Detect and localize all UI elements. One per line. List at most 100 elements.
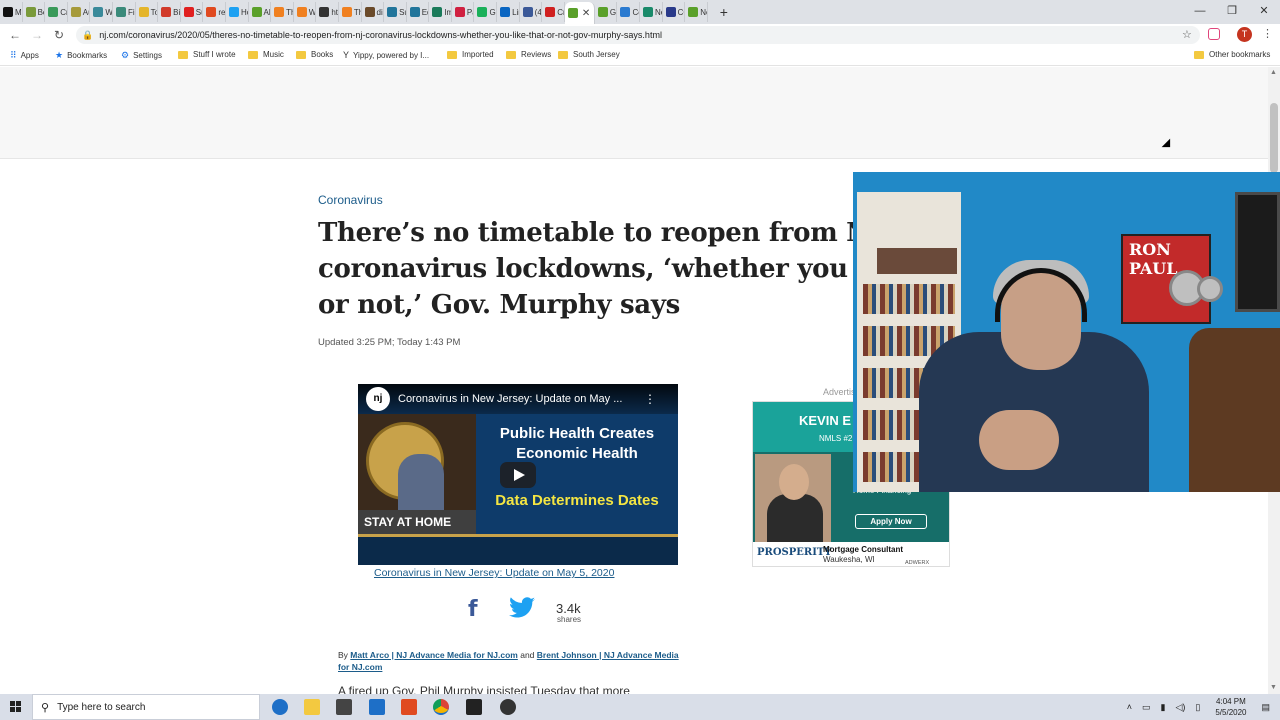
mail-icon[interactable] <box>369 699 385 715</box>
bookmark-item[interactable]: ⠿ Apps <box>10 50 39 61</box>
video-title[interactable]: Coronavirus in New Jersey: Update on May… <box>398 393 622 405</box>
chevron-up-icon[interactable]: ˄ <box>1127 702 1132 712</box>
tab-label: Bo <box>37 7 45 17</box>
close-window-button[interactable]: ✕ <box>1248 0 1280 24</box>
forward-arrow-icon[interactable]: → <box>26 28 48 42</box>
tab-label: W <box>308 7 317 17</box>
bookmark-item[interactable]: Y Yippy, powered by I... <box>343 50 429 60</box>
browser-tab[interactable]: Th <box>271 2 294 22</box>
section-label[interactable]: Coronavirus <box>318 193 383 207</box>
browser-tab[interactable]: Fil <box>113 2 136 22</box>
scroll-up-icon[interactable]: ▲ <box>1270 69 1277 76</box>
browser-tab[interactable]: W <box>294 2 317 22</box>
browser-tab[interactable]: Bo <box>23 2 46 22</box>
browser-tab[interactable]: Su <box>181 2 204 22</box>
chrome-icon[interactable] <box>433 699 449 715</box>
bookmark-star-icon[interactable]: ☆ <box>1182 28 1192 41</box>
profile-avatar[interactable]: T <box>1237 27 1252 42</box>
bookmark-item[interactable]: Reviews <box>506 50 551 59</box>
extension-icon[interactable] <box>1208 28 1220 40</box>
twitter-share-icon[interactable] <box>509 597 535 619</box>
folder-icon <box>558 50 568 59</box>
back-arrow-icon[interactable]: ← <box>4 28 26 42</box>
usb-icon[interactable]: ▯ <box>1195 702 1200 713</box>
browser-tab[interactable]: M <box>0 2 23 22</box>
taskbar-search-box[interactable]: ⚲ Type here to search <box>32 694 260 720</box>
video-menu-icon[interactable]: ⋮ <box>644 392 656 406</box>
browser-tab[interactable]: dis <box>362 2 385 22</box>
new-tab-button[interactable]: + <box>714 4 734 20</box>
lock-icon: 🔒 <box>82 29 94 40</box>
browser-tab[interactable]: Pa <box>452 2 475 22</box>
browser-tab[interactable]: CC <box>663 2 686 22</box>
author-link-1[interactable]: Matt Arco | NJ Advance Media for NJ.com <box>350 650 518 660</box>
video-caption-link[interactable]: Coronavirus in New Jersey: Update on May… <box>374 567 614 579</box>
bookmark-label: South Jersey <box>573 50 620 59</box>
leaf-icon <box>567 8 578 18</box>
capture-app-icon[interactable] <box>466 699 482 715</box>
obs-icon[interactable] <box>500 699 516 715</box>
browser-tab[interactable]: Cn <box>542 2 565 22</box>
browser-tab[interactable]: Im <box>429 2 452 22</box>
play-button[interactable] <box>500 462 536 488</box>
bookmark-item[interactable]: Books <box>296 50 333 59</box>
windows-start-icon[interactable] <box>10 701 22 713</box>
tab-label: M <box>15 7 22 17</box>
browser-tab[interactable]: Gc <box>595 2 618 22</box>
bookmark-item[interactable]: Stuff I wrote <box>178 50 236 59</box>
browser-tab[interactable]: Lin <box>497 2 520 22</box>
browser-tab[interactable]: Cc <box>617 2 641 22</box>
browser-tab[interactable]: Ab <box>249 2 272 22</box>
browser-tab[interactable]: Gc <box>474 2 498 22</box>
network-icon[interactable]: ▭ <box>1142 702 1151 713</box>
active-tab[interactable]: ✕ <box>564 2 595 24</box>
file-explorer-icon[interactable] <box>304 699 320 715</box>
close-tab-icon[interactable]: ✕ <box>582 8 590 19</box>
browser-tab[interactable]: Ne <box>685 2 708 22</box>
browser-tab[interactable]: Ho <box>226 2 249 22</box>
browser-tab[interactable]: Cn <box>45 2 68 22</box>
office-icon[interactable] <box>401 699 417 715</box>
browser-tab[interactable]: Ed <box>407 2 430 22</box>
volume-icon[interactable]: ◁) <box>1175 702 1185 713</box>
scroll-thumb[interactable] <box>1270 103 1278 173</box>
edge-icon[interactable] <box>272 699 288 715</box>
tab-label: Ho <box>240 7 248 17</box>
browser-menu-icon[interactable]: ⋮ <box>1262 27 1273 40</box>
restore-button[interactable]: ❐ <box>1216 0 1248 24</box>
microphone-icon[interactable]: ▮ <box>1161 702 1166 713</box>
browser-tab[interactable]: htt <box>316 2 339 22</box>
bookmark-item[interactable]: ⚙ Settings <box>121 50 162 61</box>
notifications-icon[interactable]: ▤ <box>1261 702 1270 713</box>
browser-tab[interactable]: (4) <box>520 2 543 22</box>
browser-tab[interactable]: Su <box>384 2 407 22</box>
apply-now-button[interactable]: Apply Now <box>855 514 927 529</box>
browser-tab[interactable]: To <box>136 2 159 22</box>
scroll-down-icon[interactable]: ▼ <box>1270 684 1277 691</box>
facebook-share-icon[interactable]: f <box>468 597 478 622</box>
browser-tab[interactable]: Bit <box>158 2 181 22</box>
bookmark-label: Stuff I wrote <box>193 50 236 59</box>
tab-label: Gc <box>489 7 496 17</box>
bookmark-item[interactable]: Music <box>248 50 284 59</box>
window-controls: — ❐ ✕ <box>1184 0 1280 24</box>
bookmark-item[interactable]: Imported <box>447 50 494 59</box>
video-player[interactable]: Public Health Creates Economic Health Da… <box>358 384 678 565</box>
tab-label: rec <box>218 7 226 17</box>
taskbar-clock[interactable]: 4:04 PM 5/5/2020 <box>1215 696 1246 718</box>
other-bookmarks[interactable]: Other bookmarks <box>1194 50 1270 59</box>
browser-tab[interactable]: rec <box>203 2 226 22</box>
address-bar[interactable]: 🔒 nj.com/coronavirus/2020/05/theres-no-t… <box>76 26 1200 44</box>
tab-label: Cc <box>632 7 639 17</box>
browser-tab[interactable]: W <box>90 2 113 22</box>
browser-tab[interactable]: Ne <box>640 2 663 22</box>
bookmark-item[interactable]: ★ Bookmarks <box>55 50 107 61</box>
browser-tab[interactable]: Au <box>68 2 91 22</box>
bookmark-item[interactable]: South Jersey <box>558 50 620 59</box>
minimize-button[interactable]: — <box>1184 0 1216 24</box>
reload-icon[interactable]: ↻ <box>48 28 70 42</box>
video-panel-text-2: Data Determines Dates <box>495 492 659 509</box>
folder-icon <box>1194 50 1204 59</box>
store-icon[interactable] <box>336 699 352 715</box>
browser-tab[interactable]: Th <box>339 2 362 22</box>
